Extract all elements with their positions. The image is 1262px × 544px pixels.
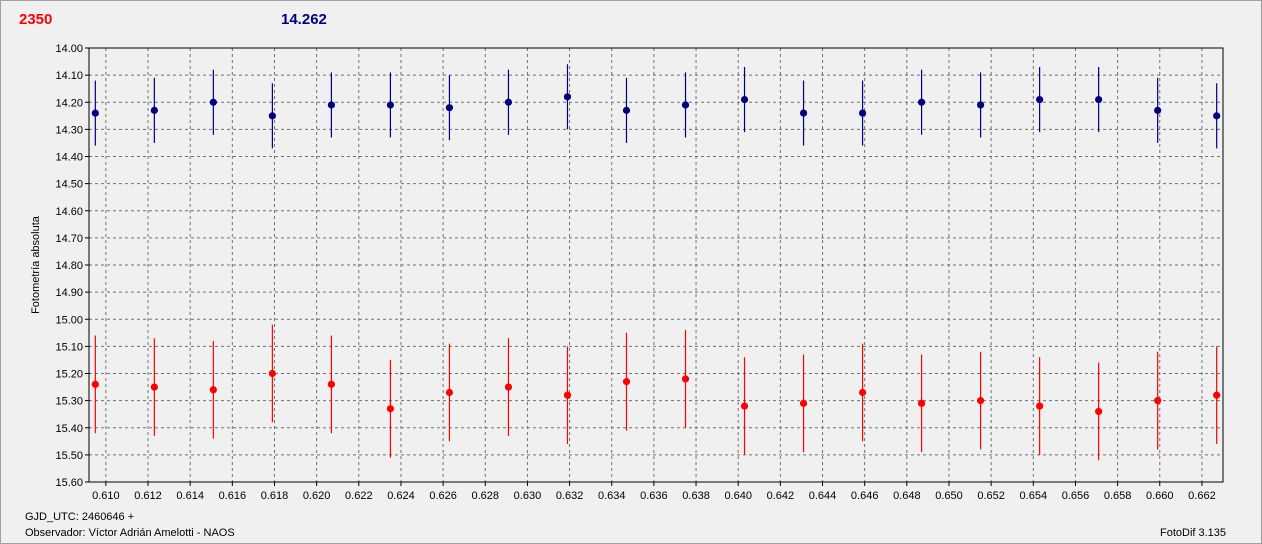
y-tick-label: 14.90 xyxy=(55,287,83,299)
y-tick-label: 15.50 xyxy=(55,450,83,462)
x-tick-label: 0.660 xyxy=(1146,490,1174,502)
data-point xyxy=(1154,106,1162,114)
data-point xyxy=(445,104,454,112)
data-point xyxy=(386,405,395,413)
data-point xyxy=(681,375,690,383)
grid-layer xyxy=(89,48,1223,482)
data-point xyxy=(622,378,631,386)
y-tick-label: 14.30 xyxy=(55,124,83,136)
x-tick-label: 0.628 xyxy=(472,490,500,502)
x-tick-label: 0.614 xyxy=(176,490,204,502)
x-tick-label: 0.652 xyxy=(977,490,1005,502)
data-point xyxy=(917,399,926,407)
x-tick-label: 0.654 xyxy=(1020,490,1048,502)
y-tick-label: 14.40 xyxy=(55,152,83,164)
data-point xyxy=(1213,391,1221,399)
x-tick-label: 0.656 xyxy=(1062,490,1090,502)
data-point xyxy=(1036,95,1044,104)
data-point xyxy=(150,106,158,114)
data-point xyxy=(1154,397,1162,405)
y-axis-label: Fotometría absoluta xyxy=(30,215,42,314)
data-point xyxy=(917,98,926,106)
x-tick-label: 0.638 xyxy=(682,490,710,502)
tick-layer: 14.00 14.10 14.20 14.30 14.40 14.50 14.60 14.70… xyxy=(55,43,1215,502)
data-point xyxy=(563,93,572,101)
data-point xyxy=(681,101,690,109)
data-point xyxy=(563,391,572,399)
data-point xyxy=(445,388,454,397)
x-tick-label: 0.640 xyxy=(724,490,752,502)
data-point xyxy=(209,98,217,106)
x-tick-label: 0.632 xyxy=(556,490,584,502)
y-tick-label: 14.50 xyxy=(55,179,83,191)
data-point xyxy=(799,399,808,407)
data-point xyxy=(268,369,276,378)
x-tick-label: 0.612 xyxy=(134,490,162,502)
data-point xyxy=(977,397,985,405)
y-tick-label: 15.20 xyxy=(55,369,83,381)
data-point xyxy=(504,98,513,106)
x-tick-label: 0.620 xyxy=(303,490,331,502)
data-point xyxy=(740,95,749,104)
gjd-info: GJD_UTC: 2460646 + xyxy=(25,511,135,523)
data-point xyxy=(622,106,631,114)
version-label: FotoDif 3.135 xyxy=(1160,527,1227,539)
data-point xyxy=(91,109,99,117)
data-point xyxy=(1095,95,1103,104)
y-tick-label: 14.80 xyxy=(55,260,83,272)
series-0 xyxy=(91,64,1221,149)
data-point xyxy=(150,383,158,391)
y-tick-label: 14.60 xyxy=(55,206,83,218)
x-tick-label: 0.636 xyxy=(640,490,668,502)
data-point xyxy=(91,380,99,388)
data-point xyxy=(977,101,985,109)
y-tick-label: 14.10 xyxy=(55,70,83,82)
x-tick-label: 0.658 xyxy=(1104,490,1132,502)
x-tick-label: 0.648 xyxy=(893,490,921,502)
x-tick-label: 0.662 xyxy=(1188,490,1216,502)
data-point xyxy=(858,388,867,397)
app-window: 2350 14.262 14.00 14.10 14.20 14.30 14.40 14.… xyxy=(0,0,1262,544)
y-tick-label: 15.10 xyxy=(55,341,83,353)
photometry-chart: 14.00 14.10 14.20 14.30 14.40 14.50 14.60 14.70… xyxy=(30,43,1224,502)
y-tick-label: 15.40 xyxy=(55,423,83,435)
x-tick-label: 0.626 xyxy=(429,490,457,502)
y-tick-label: 14.70 xyxy=(55,233,83,245)
x-tick-label: 0.624 xyxy=(387,490,415,502)
y-tick-label: 14.20 xyxy=(55,97,83,109)
observer-info: Observador: Víctor Adrián Amelotti - NAO… xyxy=(25,527,235,539)
x-tick-label: 0.618 xyxy=(261,490,289,502)
y-tick-label: 15.00 xyxy=(55,314,83,326)
data-point xyxy=(1036,402,1044,410)
data-point xyxy=(327,380,335,388)
data-point xyxy=(1095,407,1103,416)
x-tick-label: 0.650 xyxy=(935,490,963,502)
x-tick-label: 0.634 xyxy=(598,490,626,502)
x-tick-label: 0.610 xyxy=(92,490,120,502)
y-tick-label: 15.60 xyxy=(55,477,83,489)
data-point xyxy=(1213,112,1221,120)
x-tick-label: 0.642 xyxy=(767,490,795,502)
data-point xyxy=(740,402,749,410)
data-point xyxy=(209,386,217,394)
series-1 xyxy=(91,324,1221,461)
data-point xyxy=(504,383,513,391)
x-tick-label: 0.630 xyxy=(514,490,542,502)
x-tick-label: 0.646 xyxy=(851,490,879,502)
data-point xyxy=(268,112,276,120)
data-point xyxy=(327,101,335,109)
x-tick-label: 0.616 xyxy=(219,490,247,502)
data-point xyxy=(386,101,395,109)
x-tick-label: 0.644 xyxy=(809,490,837,502)
data-point xyxy=(799,109,808,117)
y-tick-label: 14.00 xyxy=(55,43,83,55)
y-tick-label: 15.30 xyxy=(55,396,83,408)
data-point xyxy=(858,109,867,117)
x-tick-label: 0.622 xyxy=(345,490,373,502)
